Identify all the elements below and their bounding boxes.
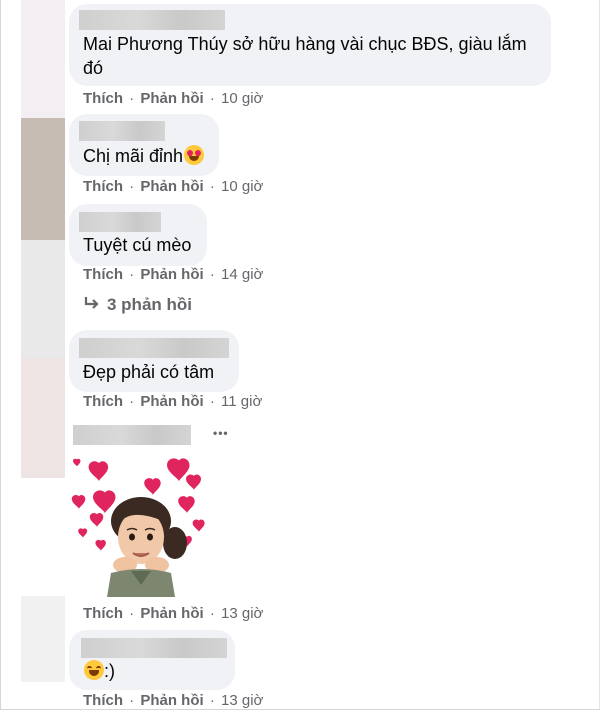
like-button[interactable]: Thích bbox=[83, 393, 123, 410]
comment-timestamp[interactable]: 13 giờ bbox=[221, 605, 263, 622]
comment-actions: Thích · Phản hồi · 10 giờ bbox=[83, 178, 264, 195]
comment-timestamp[interactable]: 10 giờ bbox=[221, 90, 263, 107]
reply-button[interactable]: Phản hồi bbox=[140, 178, 203, 195]
avatar[interactable] bbox=[21, 118, 65, 240]
comment-actions: Thích · Phản hồi · 13 giờ bbox=[83, 605, 264, 622]
comment-thread: Mai Phương Thúy sở hữu hàng vài chục BĐS… bbox=[0, 0, 600, 710]
like-button[interactable]: Thích bbox=[83, 692, 123, 709]
reply-button[interactable]: Phản hồi bbox=[140, 266, 203, 283]
reply-button[interactable]: Phản hồi bbox=[140, 393, 203, 410]
reply-button[interactable]: Phản hồi bbox=[140, 692, 203, 709]
like-button[interactable]: Thích bbox=[83, 266, 123, 283]
comment-timestamp[interactable]: 10 giờ bbox=[221, 178, 263, 195]
more-options-icon[interactable]: ••• bbox=[213, 426, 229, 440]
commenter-name[interactable] bbox=[73, 425, 191, 445]
comment-timestamp[interactable]: 11 giờ bbox=[221, 393, 262, 410]
comment-actions: Thích · Phản hồi · 13 giờ bbox=[83, 692, 264, 709]
comment-text: Chị mãi đỉnh bbox=[83, 144, 223, 168]
like-button[interactable]: Thích bbox=[83, 605, 123, 622]
commenter-name[interactable] bbox=[79, 212, 161, 232]
commenter-name[interactable] bbox=[79, 121, 165, 141]
comment-text: Tuyệt cú mèo bbox=[83, 235, 192, 255]
comment-text: Đẹp phải có tâm bbox=[83, 362, 215, 382]
comment-actions: Thích · Phản hồi · 11 giờ bbox=[83, 393, 263, 410]
comment-text: Mai Phương Thúy sở hữu hàng vài chục BĐS… bbox=[83, 34, 527, 78]
reply-button[interactable]: Phản hồi bbox=[140, 90, 203, 107]
reply-button[interactable]: Phản hồi bbox=[140, 605, 203, 622]
like-button[interactable]: Thích bbox=[83, 178, 123, 195]
view-replies-link[interactable]: 3 phản hồi bbox=[83, 295, 192, 315]
commenter-name[interactable] bbox=[79, 10, 225, 30]
avatar[interactable] bbox=[21, 358, 65, 478]
comment-text: :) bbox=[83, 659, 223, 683]
comment-actions: Thích · Phản hồi · 14 giờ bbox=[83, 266, 264, 283]
avatar[interactable] bbox=[21, 596, 65, 682]
comment-timestamp[interactable]: 13 giờ bbox=[221, 692, 263, 709]
avatar[interactable] bbox=[21, 0, 65, 118]
commenter-name[interactable] bbox=[79, 338, 229, 358]
comment-timestamp[interactable]: 14 giờ bbox=[221, 266, 263, 283]
commenter-name[interactable] bbox=[81, 638, 227, 658]
comment-actions: Thích · Phản hồi · 10 giờ bbox=[83, 90, 264, 107]
reply-arrow-icon bbox=[84, 297, 99, 309]
like-button[interactable]: Thích bbox=[83, 90, 123, 107]
laughing-emoji bbox=[84, 660, 104, 680]
avatar[interactable] bbox=[21, 240, 65, 358]
heart-eyes-emoji bbox=[184, 145, 205, 165]
hearts-avatar-sticker bbox=[71, 458, 205, 597]
